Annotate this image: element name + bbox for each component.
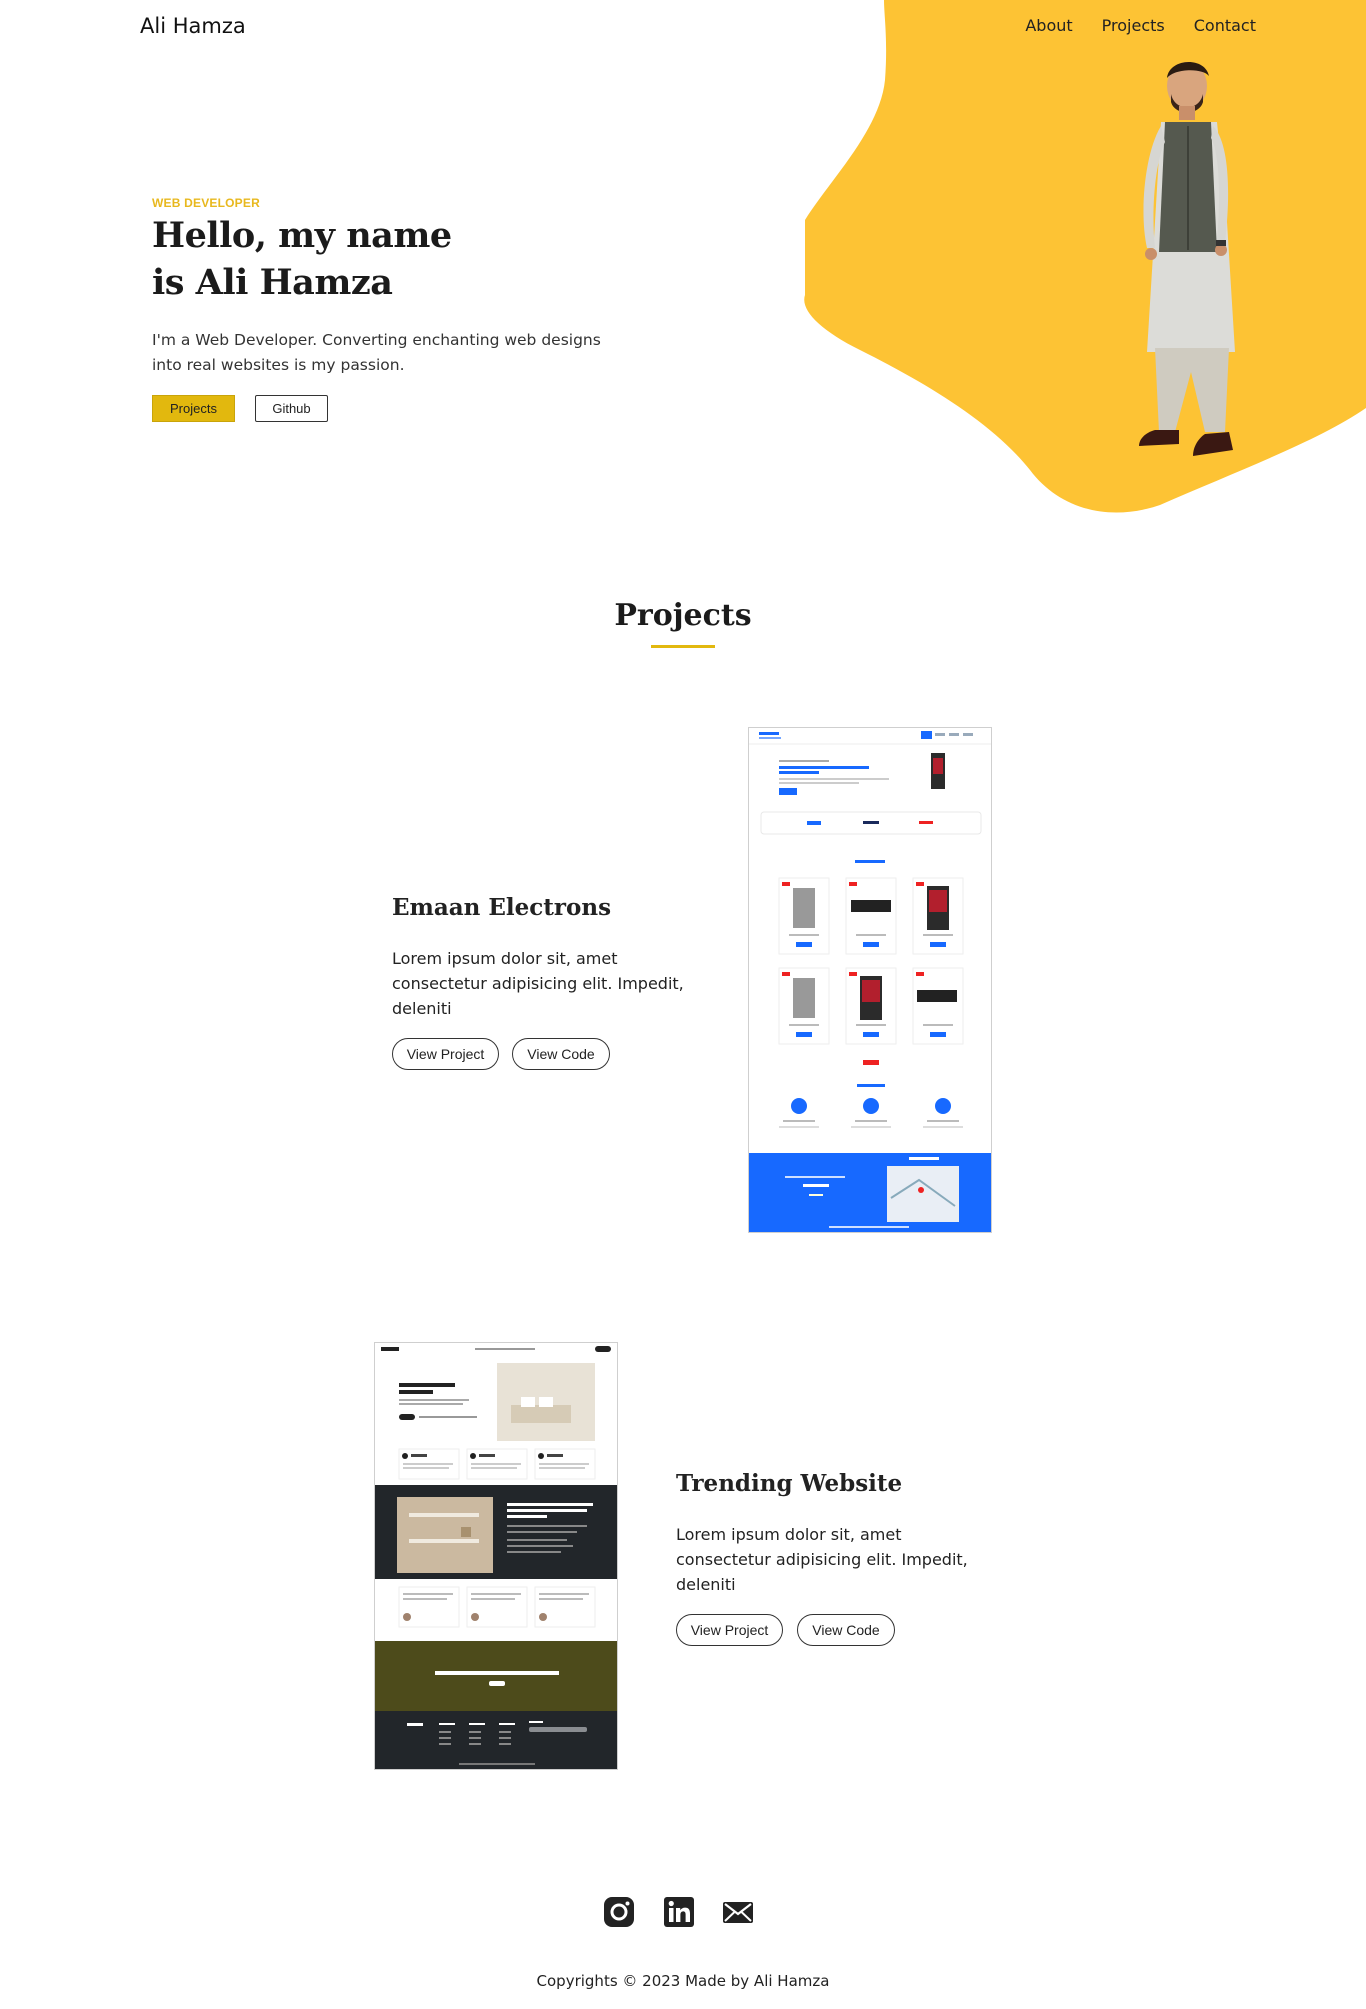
nav-contact[interactable]: Contact (1194, 16, 1256, 35)
hero-title-line1: Hello, my name (152, 215, 452, 256)
copyright-text: Copyrights © 2023 Made by Ali Hamza (536, 1972, 830, 1990)
brand-name[interactable]: Ali Hamza (140, 14, 246, 38)
hero-eyebrow: WEB DEVELOPER (152, 196, 260, 210)
nav-projects[interactable]: Projects (1102, 16, 1165, 35)
project-2-view-project-button[interactable]: View Project (676, 1614, 783, 1646)
project-1-description: Lorem ipsum dolor sit, amet consectetur … (392, 949, 684, 1018)
hero-description: I'm a Web Developer. Converting enchanti… (152, 331, 601, 374)
project-2-preview-art (375, 1343, 617, 1769)
project-2-view-code-button[interactable]: View Code (797, 1614, 895, 1646)
project-1-view-project-button[interactable]: View Project (392, 1038, 499, 1070)
github-button[interactable]: Github (255, 395, 328, 422)
projects-heading: Projects (614, 598, 752, 633)
hero-title-line2: is Ali Hamza (152, 262, 393, 303)
project-2-title: Trending Website (676, 1470, 903, 1497)
nav-about[interactable]: About (1025, 16, 1072, 35)
heading-underline (651, 645, 715, 648)
mail-icon[interactable] (722, 1896, 754, 1928)
instagram-icon[interactable] (603, 1896, 635, 1928)
project-2-screenshot[interactable] (374, 1342, 618, 1770)
project-1-view-code-button[interactable]: View Code (512, 1038, 610, 1070)
project-1-preview-art (749, 728, 991, 1232)
projects-button[interactable]: Projects (152, 395, 235, 422)
project-1-title: Emaan Electrons (392, 894, 612, 921)
linkedin-icon[interactable] (663, 1896, 695, 1928)
project-2-description: Lorem ipsum dolor sit, amet consectetur … (676, 1525, 968, 1594)
profile-photo (1139, 61, 1235, 456)
main-nav: About Projects Contact (1025, 16, 1256, 35)
hero-title: Hello, my name is Ali Hamza (152, 212, 452, 306)
project-1-screenshot[interactable] (748, 727, 992, 1233)
